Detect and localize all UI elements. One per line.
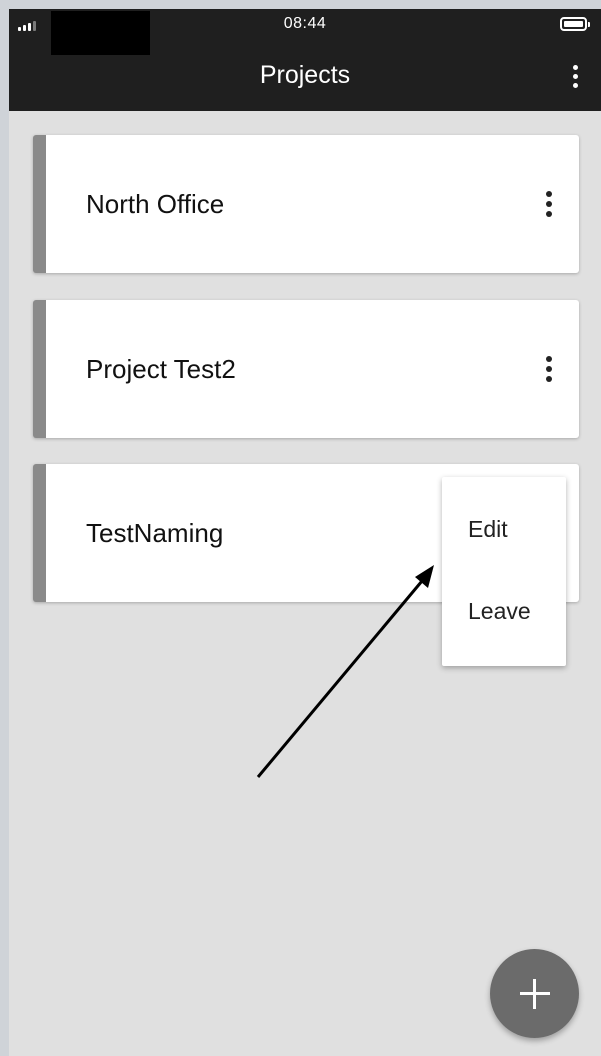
status-time: 08:44 xyxy=(283,15,327,32)
battery-icon xyxy=(560,17,590,31)
app-bar-more-icon[interactable] xyxy=(563,61,587,91)
add-project-button[interactable] xyxy=(490,949,579,1038)
project-more-icon[interactable] xyxy=(537,189,561,219)
project-name: Project Test2 xyxy=(86,354,236,384)
page-title: Projects xyxy=(259,61,351,89)
project-more-icon[interactable] xyxy=(537,354,561,384)
app-screen: 08:44 Projects North Office Project Test… xyxy=(9,9,601,1056)
app-bar: 08:44 Projects xyxy=(9,9,601,111)
project-context-menu: Edit Leave xyxy=(442,477,566,666)
plus-icon-vertical xyxy=(533,979,536,1009)
project-name: North Office xyxy=(86,189,225,219)
project-card-north-office[interactable]: North Office xyxy=(33,135,579,273)
project-card-project-test2[interactable]: Project Test2 xyxy=(33,300,579,438)
menu-item-leave[interactable]: Leave xyxy=(442,571,566,651)
menu-item-edit[interactable]: Edit xyxy=(442,489,566,569)
project-name: TestNaming xyxy=(86,518,224,548)
